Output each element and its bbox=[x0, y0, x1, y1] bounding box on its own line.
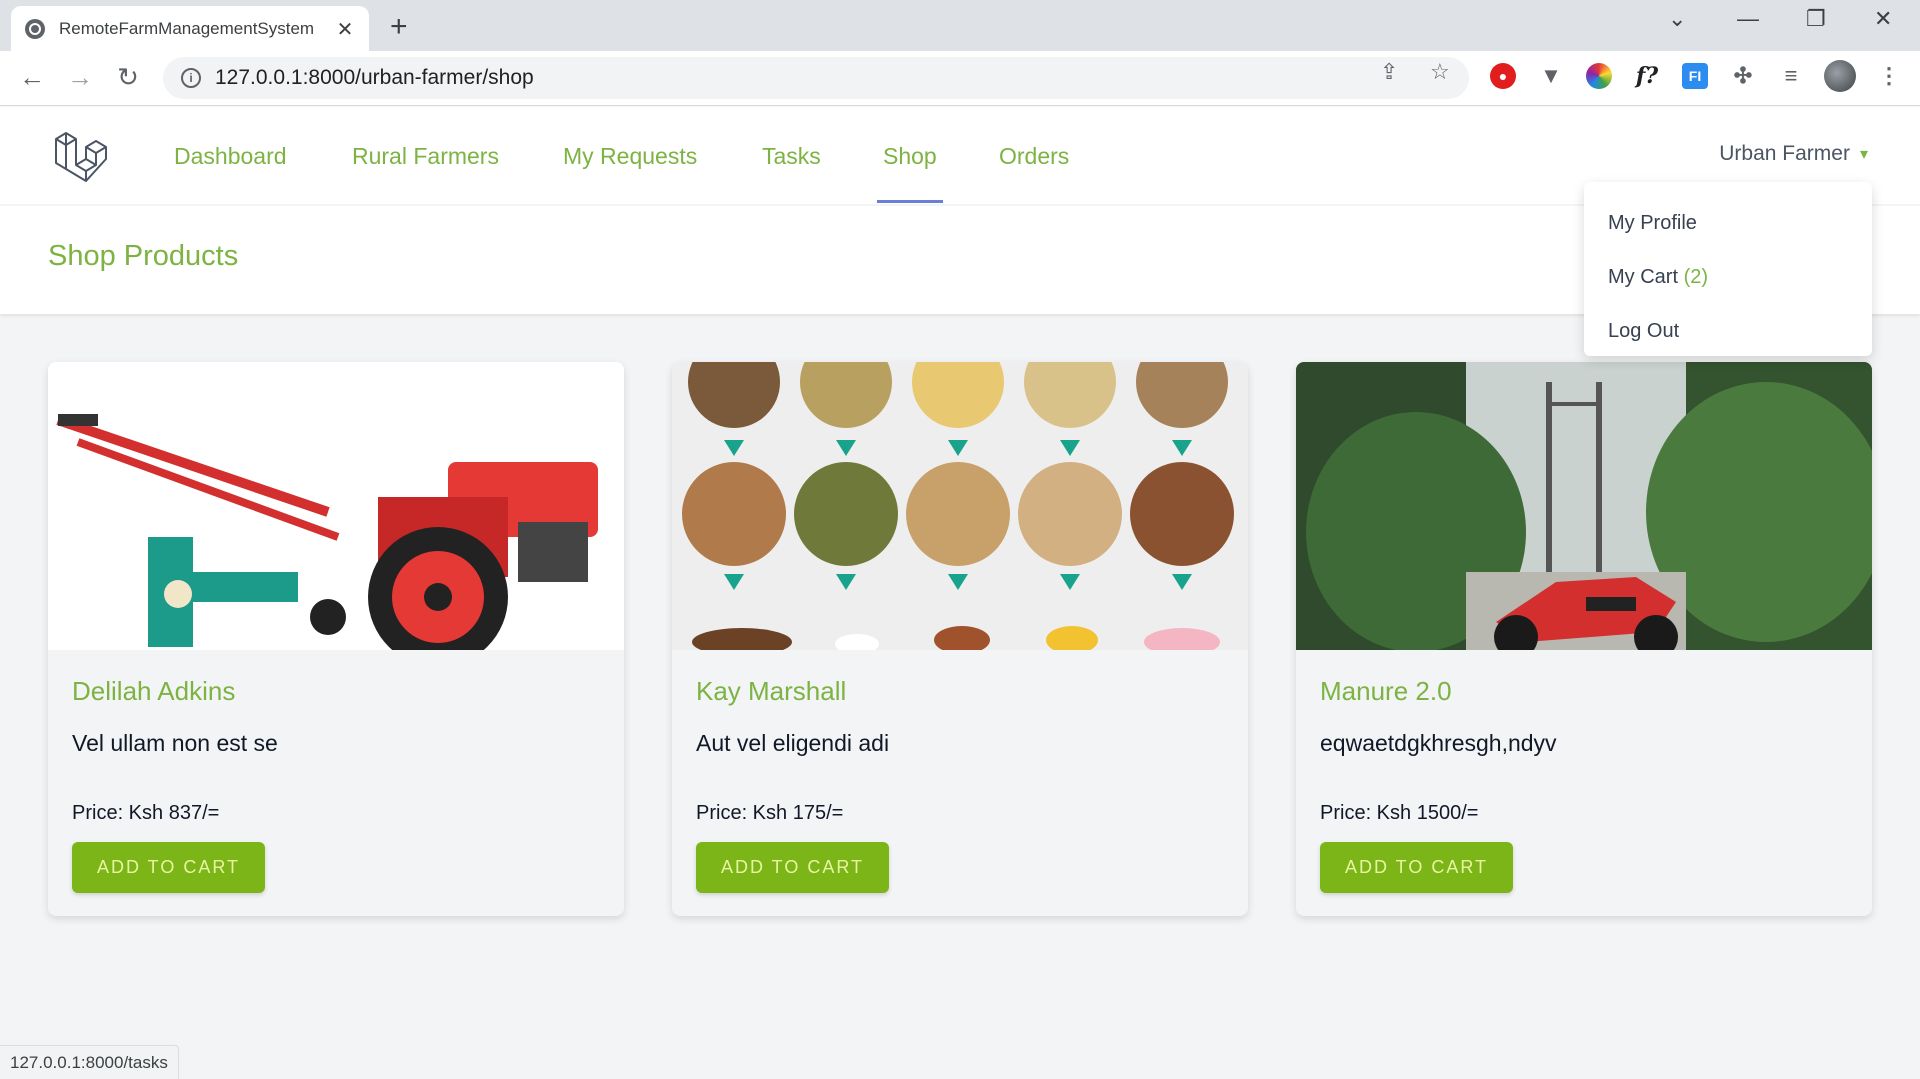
tab-search-icon[interactable]: ⌄ bbox=[1668, 6, 1686, 32]
browser-toolbar: ← → ↻ i 127.0.0.1:8000/urban-farmer/shop… bbox=[0, 51, 1920, 106]
vivaldi-icon[interactable]: ▼ bbox=[1538, 63, 1564, 89]
product-image-walking-tractor bbox=[48, 362, 624, 650]
chevron-down-icon: ▾ bbox=[1859, 146, 1868, 163]
menu-dots-icon[interactable]: ⋮ bbox=[1876, 63, 1902, 89]
globe-icon bbox=[25, 18, 45, 39]
dropdown-my-profile[interactable]: My Profile bbox=[1584, 196, 1872, 250]
url-text[interactable]: 127.0.0.1:8000/urban-farmer/shop bbox=[215, 66, 534, 90]
nav-dashboard[interactable]: Dashboard bbox=[174, 143, 287, 170]
back-icon[interactable]: ← bbox=[16, 62, 48, 93]
product-name[interactable]: Kay Marshall bbox=[696, 676, 846, 707]
dropdown-my-cart[interactable]: My Cart (2) bbox=[1584, 250, 1872, 304]
user-dropdown: My Profile My Cart (2) Log Out bbox=[1584, 182, 1872, 356]
forward-icon[interactable]: → bbox=[64, 62, 96, 93]
close-tab-icon[interactable]: ✕ bbox=[335, 17, 355, 41]
close-window-icon[interactable]: ✕ bbox=[1874, 6, 1892, 32]
profile-avatar[interactable] bbox=[1824, 60, 1856, 92]
share-icon[interactable]: ⇪ bbox=[1380, 60, 1398, 85]
user-name: Urban Farmer bbox=[1719, 142, 1850, 165]
cart-count: (2) bbox=[1683, 266, 1709, 288]
user-menu-trigger[interactable]: Urban Farmer ▾ bbox=[1719, 142, 1868, 166]
product-name[interactable]: Delilah Adkins bbox=[72, 676, 235, 707]
product-card: Delilah Adkins Vel ullam non est se Pric… bbox=[48, 362, 624, 916]
browser-status-url: 127.0.0.1:8000/tasks bbox=[0, 1045, 179, 1079]
puzzle-icon[interactable]: ✣ bbox=[1730, 63, 1756, 89]
cart-label: My Cart bbox=[1608, 266, 1678, 288]
product-price: Price: Ksh 1500/= bbox=[1320, 802, 1479, 824]
formula-icon[interactable]: f? bbox=[1634, 63, 1660, 89]
product-card: Manure 2.0 eqwaetdgkhresgh,ndyv Price: K… bbox=[1296, 362, 1872, 916]
browser-tab[interactable]: RemoteFarmManagementSystem ✕ bbox=[11, 6, 369, 51]
new-tab-button[interactable]: + bbox=[390, 10, 408, 44]
site-info-icon[interactable]: i bbox=[181, 68, 201, 88]
color-picker-icon[interactable] bbox=[1586, 63, 1612, 89]
nav-tasks[interactable]: Tasks bbox=[762, 143, 821, 170]
nav-my-requests[interactable]: My Requests bbox=[563, 143, 697, 170]
product-image-animal-feed-pellets bbox=[672, 362, 1248, 650]
add-to-cart-button[interactable]: ADD TO CART bbox=[72, 842, 265, 893]
minimize-icon[interactable]: — bbox=[1737, 6, 1759, 32]
address-bar[interactable]: i 127.0.0.1:8000/urban-farmer/shop bbox=[163, 57, 1469, 99]
product-image-red-motorcycle bbox=[1296, 362, 1872, 650]
product-name[interactable]: Manure 2.0 bbox=[1320, 676, 1452, 707]
product-description: Vel ullam non est se bbox=[72, 730, 278, 756]
media-icon[interactable]: ≡ bbox=[1778, 63, 1804, 89]
reload-icon[interactable]: ↻ bbox=[112, 62, 144, 93]
bookmark-star-icon[interactable]: ☆ bbox=[1430, 60, 1450, 85]
tab-title: RemoteFarmManagementSystem bbox=[59, 18, 315, 38]
product-price: Price: Ksh 837/= bbox=[72, 802, 220, 824]
product-description: eqwaetdgkhresgh,ndyv bbox=[1320, 730, 1557, 756]
product-price: Price: Ksh 175/= bbox=[696, 802, 844, 824]
add-to-cart-button[interactable]: ADD TO CART bbox=[1320, 842, 1513, 893]
nav-shop[interactable]: Shop bbox=[877, 143, 943, 203]
adblock-icon[interactable]: ● bbox=[1490, 63, 1516, 89]
laravel-logo-icon[interactable] bbox=[52, 129, 108, 185]
restore-icon[interactable]: ❐ bbox=[1806, 6, 1826, 32]
fi-icon[interactable]: FI bbox=[1682, 63, 1708, 89]
product-description: Aut vel eligendi adi bbox=[696, 730, 890, 756]
page-title: Shop Products bbox=[48, 240, 239, 272]
nav-rural-farmers[interactable]: Rural Farmers bbox=[352, 143, 499, 170]
browser-tabstrip: RemoteFarmManagementSystem ✕ + ⌄ — ❐ ✕ bbox=[0, 0, 1920, 51]
dropdown-log-out[interactable]: Log Out bbox=[1584, 304, 1872, 358]
product-card: Kay Marshall Aut vel eligendi adi Price:… bbox=[672, 362, 1248, 916]
add-to-cart-button[interactable]: ADD TO CART bbox=[696, 842, 889, 893]
nav-orders[interactable]: Orders bbox=[999, 143, 1069, 170]
